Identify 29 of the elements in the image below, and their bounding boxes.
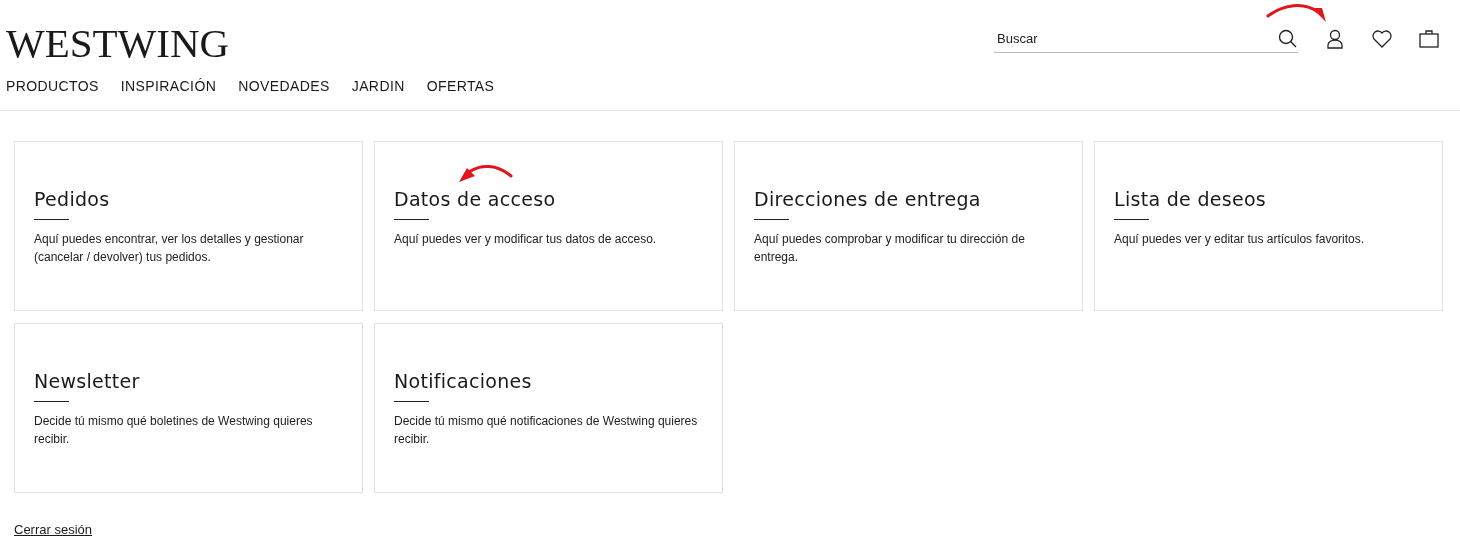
- card-title: Pedidos: [34, 188, 111, 210]
- account-card[interactable]: Lista de deseos Aquí puedes ver y editar tus artículos favoritos.: [1094, 141, 1443, 311]
- nav-link[interactable]: INSPIRACIÓN: [120, 78, 217, 94]
- card-description: Aquí puedes comprobar y modificar tu dirección de entrega.: [754, 231, 1026, 266]
- logo[interactable]: WESTWING: [6, 22, 230, 64]
- card-title: Newsletter: [34, 370, 141, 392]
- card-description: Aquí puedes encontrar, ver los detalles y gestionar (cancelar / devolver) tus pedidos.: [34, 231, 305, 266]
- search-icon[interactable]: [1278, 28, 1298, 49]
- account-card[interactable]: Notificaciones Decide tú mismo qué notificaciones de Westwing quieres recibir.: [374, 323, 723, 493]
- heart-icon[interactable]: [1371, 28, 1393, 50]
- card-description: Decide tú mismo qué boletines de Westwing quieres recibir.: [34, 413, 314, 448]
- account-card[interactable]: Direcciones de entrega Aquí puedes comprobar y modificar tu dirección de entrega.: [734, 141, 1083, 311]
- card-title: Lista de deseos: [1114, 188, 1268, 210]
- card-description: Aquí puedes ver y modificar tus datos de acceso.: [394, 231, 658, 248]
- logout-link[interactable]: Cerrar sesión: [14, 522, 93, 537]
- account-card[interactable]: Datos de acceso Aquí puedes ver y modificar tus datos de acceso.: [374, 141, 723, 311]
- card-title: Notificaciones: [394, 370, 533, 392]
- nav-link[interactable]: PRODUCTOS: [6, 78, 99, 94]
- account-card[interactable]: Newsletter Decide tú mismo qué boletines de Westwing quieres recibir.: [14, 323, 363, 493]
- card-description: Decide tú mismo qué notificaciones de Westwing quieres recibir.: [394, 413, 699, 448]
- nav-link[interactable]: NOVEDADES: [238, 78, 330, 94]
- card-title: Direcciones de entrega: [754, 188, 982, 210]
- bag-icon[interactable]: [1418, 28, 1440, 50]
- nav-link[interactable]: OFERTAS: [426, 78, 495, 94]
- nav-link[interactable]: JARDIN: [351, 78, 405, 94]
- account-icon[interactable]: [1324, 28, 1346, 50]
- account-card[interactable]: Pedidos Aquí puedes encontrar, ver los detalles y gestionar (cancelar / devolver) tus pedidos.: [14, 141, 363, 311]
- card-title: Datos de acceso: [394, 188, 557, 210]
- card-description: Aquí puedes ver y editar tus artículos favoritos.: [1114, 231, 1366, 248]
